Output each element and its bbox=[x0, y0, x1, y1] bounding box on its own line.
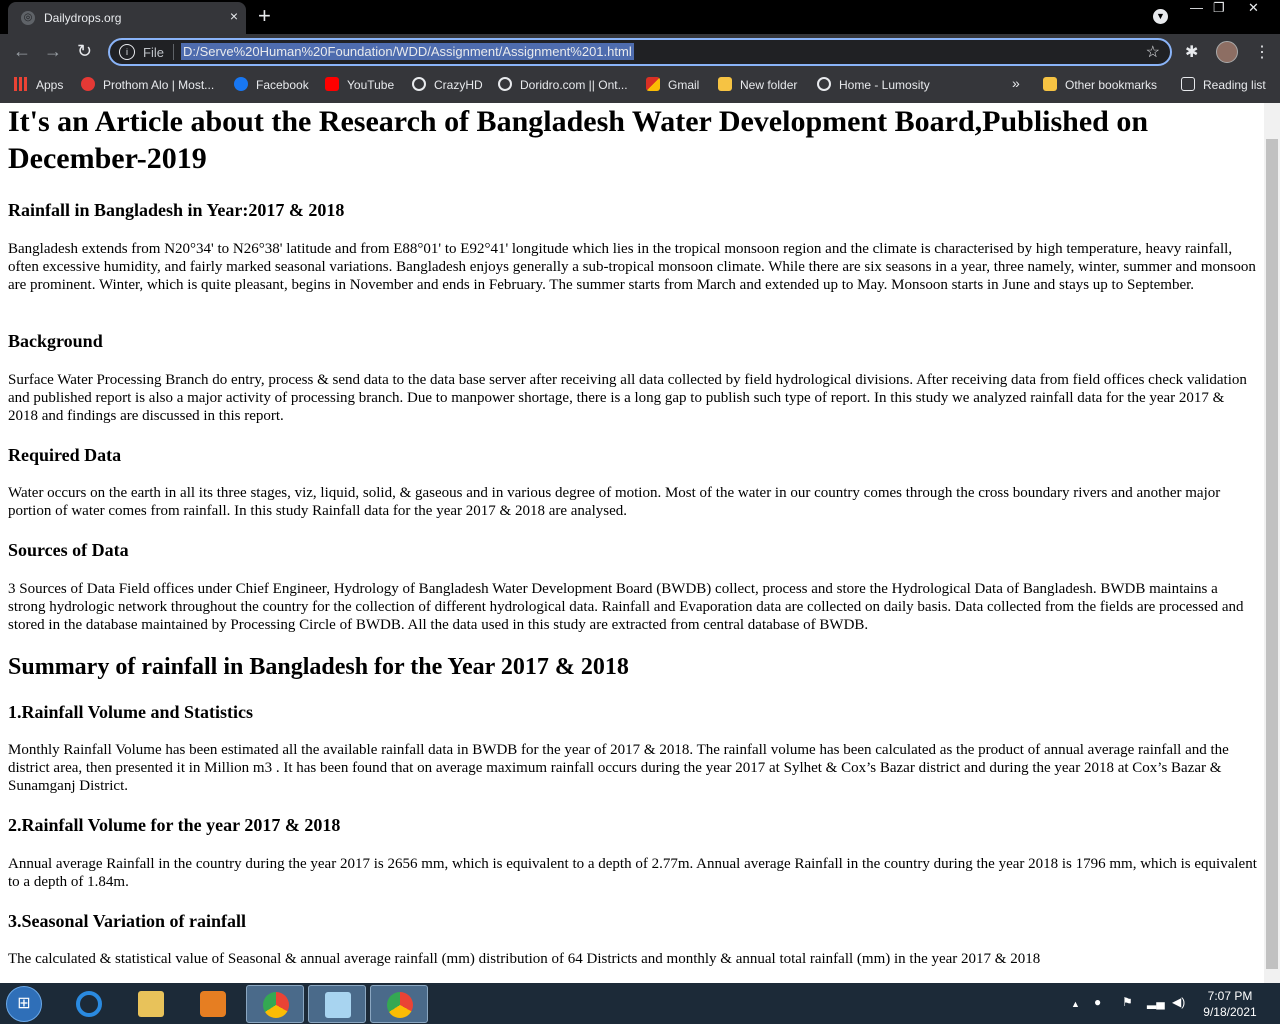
restore-button[interactable]: ❐ bbox=[1213, 0, 1225, 16]
folder-icon bbox=[718, 77, 732, 91]
reload-button[interactable]: ↻ bbox=[77, 41, 92, 62]
minimize-button[interactable]: — bbox=[1190, 0, 1203, 15]
tab-title: Dailydrops.org bbox=[44, 11, 122, 25]
facebook-icon bbox=[234, 77, 248, 91]
section-text-volume-stats: Monthly Rainfall Volume has been estimat… bbox=[8, 742, 1229, 794]
globe-icon bbox=[498, 77, 512, 91]
url-scheme-label: File bbox=[143, 45, 164, 60]
forward-button[interactable]: → bbox=[44, 41, 62, 62]
apps-grid-icon bbox=[14, 77, 28, 91]
article-title: It's an Article about the Research of Ba… bbox=[8, 105, 1149, 175]
bookmark-star-icon[interactable]: ☆ bbox=[1146, 42, 1160, 62]
omnibox-divider bbox=[173, 44, 174, 60]
clock-time: 7:07 PM bbox=[1207, 989, 1253, 1003]
network-icon[interactable]: ▂▄ bbox=[1147, 995, 1165, 1009]
bookmark-facebook[interactable]: Facebook bbox=[234, 77, 309, 92]
profile-avatar[interactable] bbox=[1216, 41, 1238, 63]
taskbar: ⊞ ▲ ● ⚑ ▂▄ ◀) 7:07 PM 9/18/2021 bbox=[0, 983, 1280, 1024]
section-text-rainfall: Bangladesh extends from N20°34' to N26°3… bbox=[8, 241, 1256, 293]
page-content: It's an Article about the Research of Ba… bbox=[0, 103, 1264, 983]
bookmark-prothom-alo[interactable]: Prothom Alo | Most... bbox=[81, 77, 214, 92]
bookmark-lumosity[interactable]: Home - Lumosity bbox=[817, 77, 930, 92]
globe-icon: ◎ bbox=[21, 11, 35, 25]
windows-logo-icon[interactable]: ⊞ bbox=[6, 986, 42, 1022]
back-button[interactable]: ← bbox=[13, 41, 31, 62]
info-icon[interactable]: i bbox=[119, 44, 135, 60]
section-heading-background: Background bbox=[8, 331, 103, 351]
section-text-seasonal: The calculated & statistical value of Se… bbox=[8, 951, 1041, 967]
clock-date: 9/18/2021 bbox=[1203, 1005, 1257, 1019]
show-hidden-icons-button[interactable]: ▲ bbox=[1071, 999, 1080, 1009]
volume-icon[interactable]: ◀) bbox=[1172, 995, 1185, 1009]
globe-icon bbox=[817, 77, 831, 91]
prothom-alo-icon bbox=[81, 77, 95, 91]
taskbar-chrome-profile[interactable] bbox=[370, 985, 428, 1023]
section-text-sources: 3 Sources of Data Field offices under Ch… bbox=[8, 581, 1244, 633]
vertical-scrollbar[interactable] bbox=[1264, 103, 1280, 983]
new-tab-button[interactable]: + bbox=[258, 4, 271, 28]
chrome-icon bbox=[263, 992, 289, 1018]
toolbar: ← → ↻ i File D:/Serve%20Human%20Foundati… bbox=[0, 34, 1280, 70]
folder-icon bbox=[1043, 77, 1057, 91]
youtube-icon bbox=[325, 77, 339, 91]
scrollbar-thumb[interactable] bbox=[1266, 139, 1278, 969]
section-heading-required-data: Required Data bbox=[8, 445, 122, 465]
chrome-icon bbox=[387, 992, 413, 1018]
taskbar-notepad[interactable] bbox=[308, 985, 366, 1023]
menu-icon[interactable]: ⋮ bbox=[1254, 42, 1270, 62]
section-heading-sources: Sources of Data bbox=[8, 540, 129, 560]
bookmark-youtube[interactable]: YouTube bbox=[325, 77, 394, 92]
browser-tab[interactable]: ◎ Dailydrops.org × bbox=[8, 2, 246, 34]
bookmarks-bar: Apps Prothom Alo | Most... Facebook YouT… bbox=[0, 70, 1280, 103]
window-close-button[interactable]: ✕ bbox=[1248, 0, 1259, 16]
chrome-tray-icon[interactable]: ● bbox=[1094, 995, 1101, 1009]
media-player-icon bbox=[200, 991, 226, 1017]
globe-icon bbox=[412, 77, 426, 91]
section-heading-rainfall: Rainfall in Bangladesh in Year:2017 & 20… bbox=[8, 200, 345, 220]
bookmark-doridro[interactable]: Doridro.com || Ont... bbox=[498, 77, 628, 92]
bookmark-new-folder[interactable]: New folder bbox=[718, 77, 797, 92]
gmail-icon bbox=[646, 77, 660, 91]
internet-explorer-icon bbox=[76, 991, 102, 1017]
taskbar-internet-explorer[interactable] bbox=[60, 985, 118, 1023]
section-heading-seasonal: 3.Seasonal Variation of rainfall bbox=[8, 911, 247, 931]
taskbar-chrome[interactable] bbox=[246, 985, 304, 1023]
tab-search-icon[interactable]: ▼ bbox=[1153, 9, 1168, 24]
section-heading-volume-year: 2.Rainfall Volume for the year 2017 & 20… bbox=[8, 815, 341, 835]
action-center-flag-icon[interactable]: ⚑ bbox=[1122, 995, 1133, 1009]
section-text-background: Surface Water Processing Branch do entry… bbox=[8, 372, 1247, 424]
section-text-volume-year: Annual average Rainfall in the country d… bbox=[8, 856, 1257, 890]
reading-list[interactable]: Reading list bbox=[1181, 77, 1266, 92]
section-heading-volume-stats: 1.Rainfall Volume and Statistics bbox=[8, 702, 254, 722]
bookmark-apps[interactable]: Apps bbox=[14, 77, 63, 92]
address-bar[interactable]: i File D:/Serve%20Human%20Foundation/WDD… bbox=[108, 38, 1172, 66]
system-clock[interactable]: 7:07 PM 9/18/2021 bbox=[1200, 988, 1260, 1020]
other-bookmarks[interactable]: Other bookmarks bbox=[1043, 77, 1157, 92]
summary-heading: Summary of rainfall in Bangladesh for th… bbox=[8, 654, 629, 680]
section-text-required-data: Water occurs on the earth in all its thr… bbox=[8, 485, 1221, 519]
browser-chrome: ◎ Dailydrops.org × + ▼ — ❐ ✕ ← → ↻ i Fil… bbox=[0, 0, 1280, 103]
url-text[interactable]: D:/Serve%20Human%20Foundation/WDD/Assign… bbox=[181, 43, 634, 60]
notepad-icon bbox=[325, 992, 351, 1018]
bookmark-crazyhd[interactable]: CrazyHD bbox=[412, 77, 483, 92]
extensions-icon[interactable]: ✱ bbox=[1185, 42, 1198, 62]
reading-list-icon bbox=[1181, 77, 1195, 91]
tab-strip: ◎ Dailydrops.org × + ▼ — ❐ ✕ bbox=[0, 0, 1280, 34]
taskbar-file-explorer[interactable] bbox=[122, 985, 180, 1023]
folder-icon bbox=[138, 991, 164, 1017]
more-bookmarks-chevron-icon[interactable]: » bbox=[1012, 75, 1020, 91]
bookmark-gmail[interactable]: Gmail bbox=[646, 77, 699, 92]
tab-close-icon[interactable]: × bbox=[230, 8, 238, 24]
taskbar-media-player[interactable] bbox=[184, 985, 242, 1023]
